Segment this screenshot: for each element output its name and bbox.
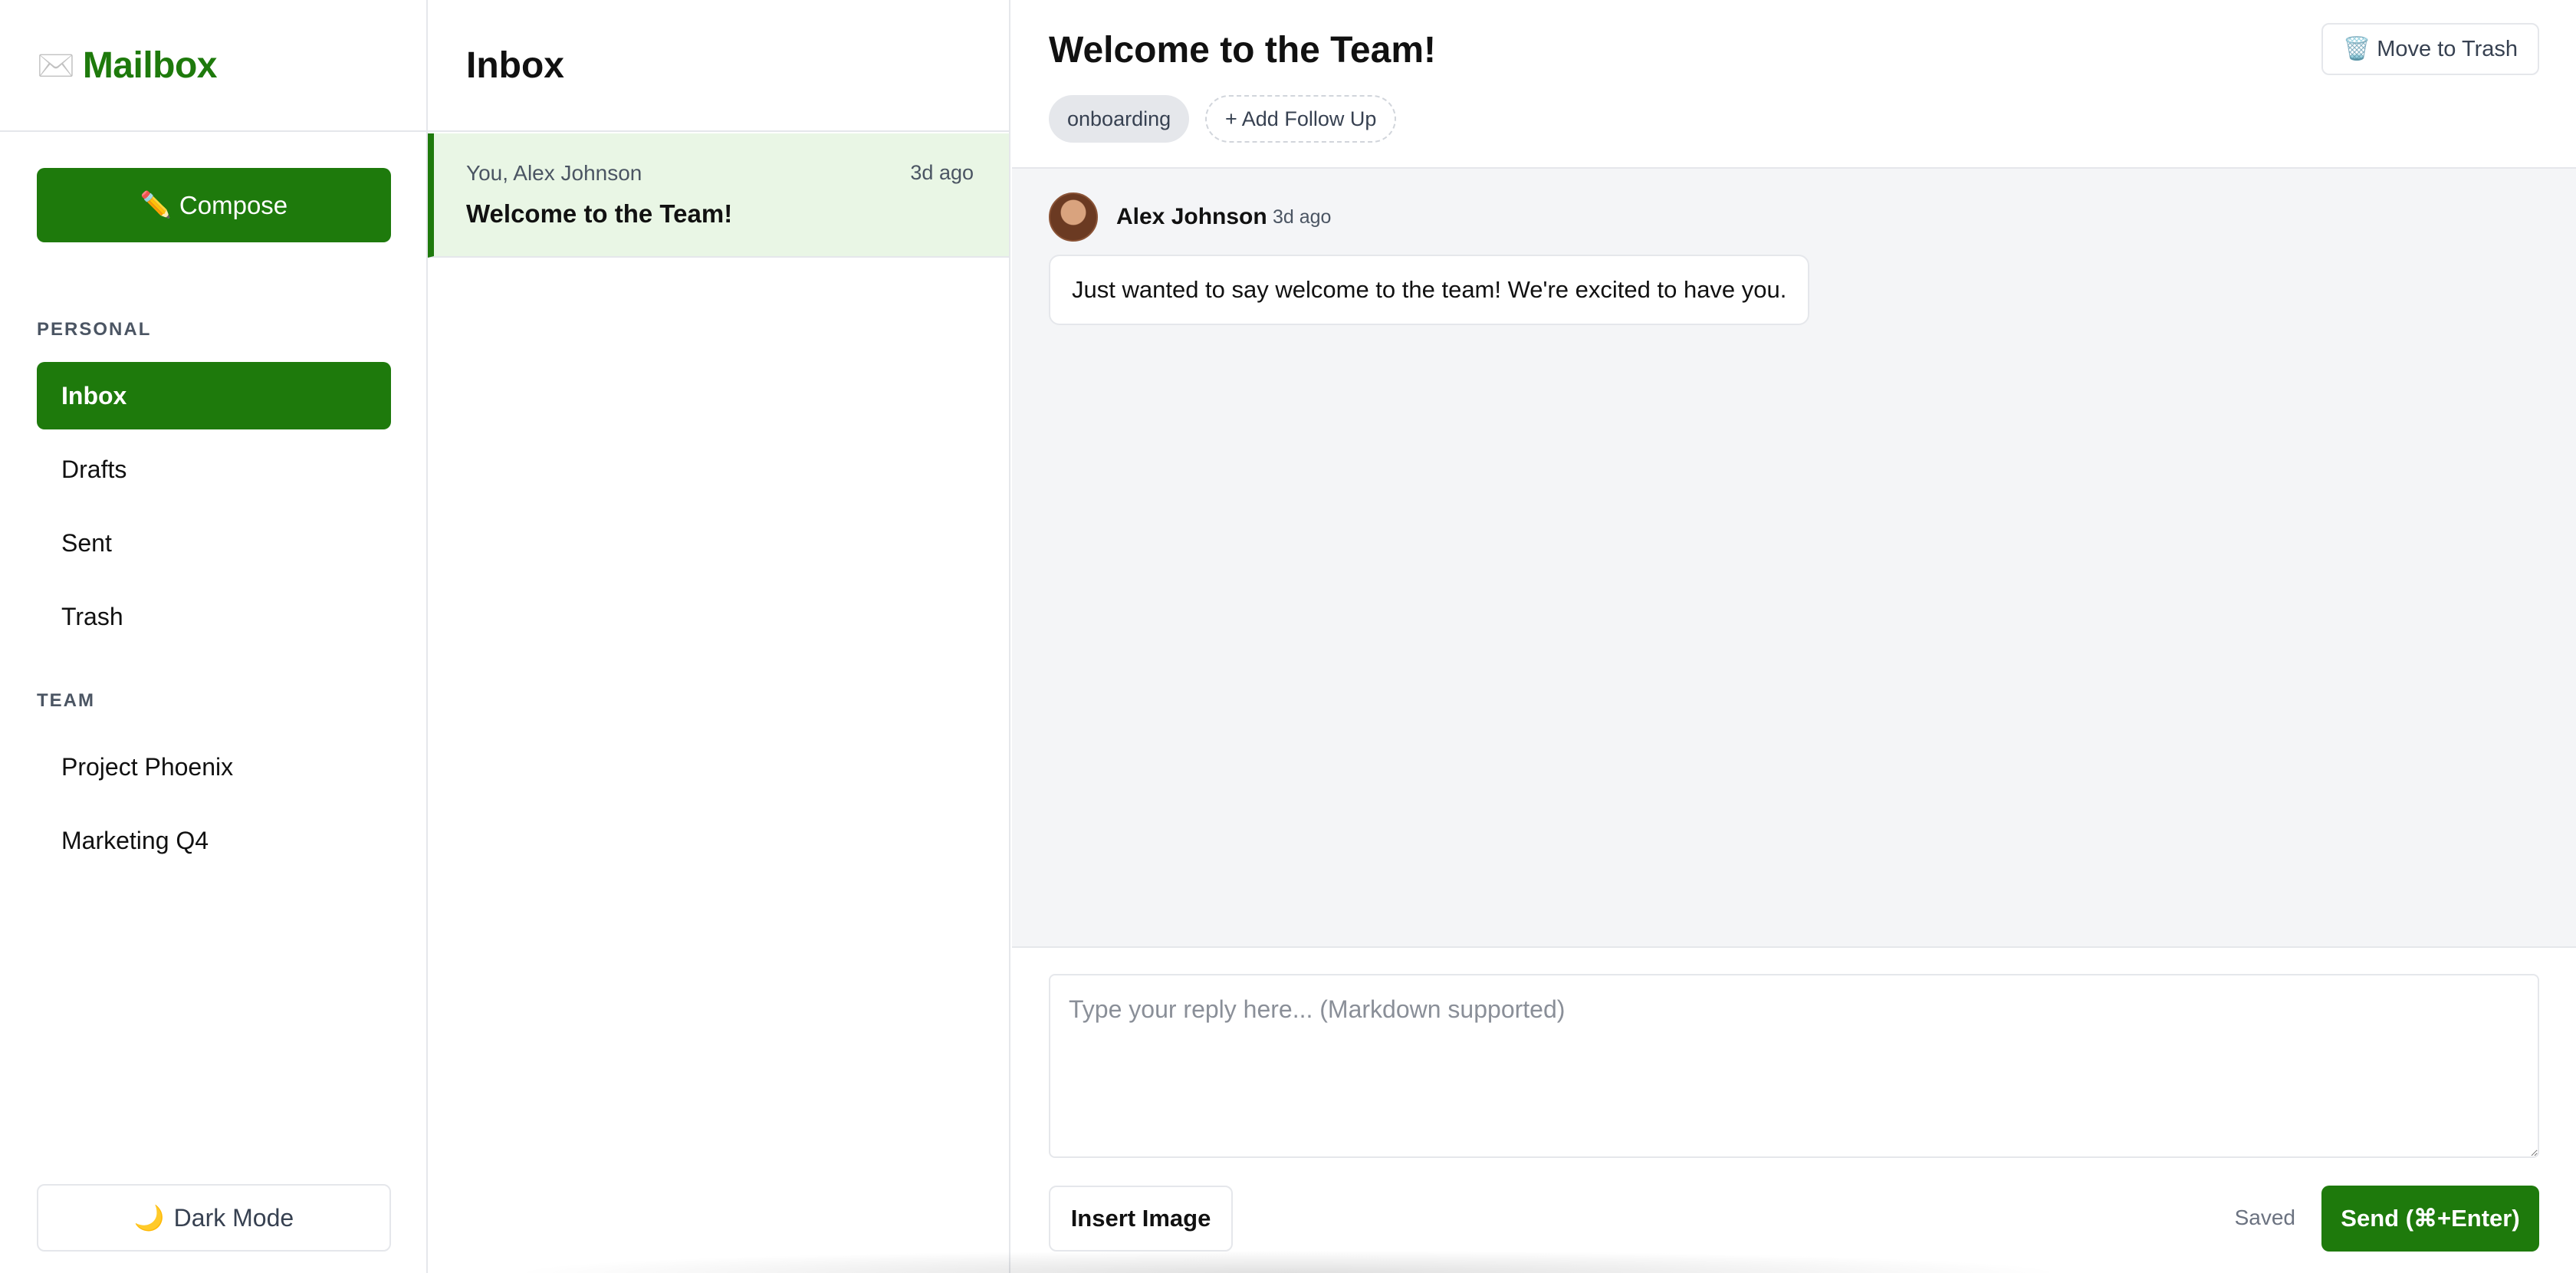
move-to-trash-button[interactable]: 🗑️ Move to Trash	[2321, 23, 2539, 75]
dark-mode-button[interactable]: 🌙 Dark Mode	[37, 1184, 391, 1252]
sidebar-item-drafts[interactable]: Drafts	[37, 436, 391, 503]
sidebar: ✉️ Mailbox ✏️ Compose PERSONAL Inbox Dra…	[0, 0, 428, 1273]
message-time: 3d ago	[1273, 206, 1332, 228]
trash-icon: 🗑️	[2343, 37, 2371, 61]
sidebar-item-label: Drafts	[61, 455, 127, 483]
sidebar-item-label: Trash	[61, 602, 123, 630]
envelope-icon: ✉️	[37, 48, 75, 83]
sidebar-item-label: Sent	[61, 528, 112, 557]
move-to-trash-label: Move to Trash	[2377, 36, 2518, 61]
message-detail: Welcome to the Team! 🗑️ Move to Trash on…	[1012, 0, 2576, 1273]
message-bubble: Just wanted to say welcome to the team! …	[1049, 255, 1810, 325]
thread-subject: Welcome to the Team!	[466, 199, 733, 228]
list-header: Inbox	[428, 0, 1009, 132]
sidebar-item-label: Inbox	[61, 381, 127, 410]
message-body: Just wanted to say welcome to the team! …	[1072, 276, 1787, 303]
thread-row[interactable]: You, Alex Johnson 3d ago Welcome to the …	[428, 133, 1009, 258]
brand: ✉️ Mailbox	[0, 0, 426, 132]
sidebar-item-label: Project Phoenix	[61, 752, 234, 781]
sidebar-item-label: Marketing Q4	[61, 826, 209, 854]
reply-input[interactable]	[1049, 974, 2539, 1158]
sidebar-item-marketing-q4[interactable]: Marketing Q4	[37, 807, 391, 874]
compose-button[interactable]: ✏️ Compose	[37, 168, 391, 242]
save-status: Saved	[2234, 1206, 2295, 1229]
compose-label: Compose	[179, 190, 288, 219]
brand-name: Mailbox	[82, 44, 218, 86]
list-title: Inbox	[466, 44, 564, 86]
dark-mode-label: Dark Mode	[173, 1203, 294, 1232]
sidebar-item-inbox[interactable]: Inbox	[37, 362, 391, 429]
thread-time: 3d ago	[910, 161, 974, 184]
sidebar-item-project-phoenix[interactable]: Project Phoenix	[37, 733, 391, 801]
detail-title: Welcome to the Team!	[1049, 30, 1436, 71]
sidebar-item-sent[interactable]: Sent	[37, 509, 391, 577]
section-label-team: TEAM	[37, 690, 95, 711]
conversation: Alex Johnson 3d ago Just wanted to say w…	[1012, 169, 2576, 948]
detail-header: Welcome to the Team! 🗑️ Move to Trash on…	[1012, 0, 2576, 169]
tag-onboarding[interactable]: onboarding	[1049, 95, 1190, 143]
add-follow-up-button[interactable]: + Add Follow Up	[1205, 95, 1397, 143]
message-list: Inbox You, Alex Johnson 3d ago Welcome t…	[428, 0, 1010, 1273]
avatar	[1049, 192, 1098, 242]
sidebar-item-trash[interactable]: Trash	[37, 583, 391, 650]
section-label-personal: PERSONAL	[37, 319, 152, 340]
send-button[interactable]: Send (⌘+Enter)	[2321, 1186, 2539, 1252]
thread-participants: You, Alex Johnson	[466, 161, 642, 185]
insert-image-button[interactable]: Insert Image	[1049, 1186, 1233, 1252]
moon-icon: 🌙	[133, 1204, 165, 1232]
sender-name: Alex Johnson	[1116, 204, 1267, 229]
pencil-icon: ✏️	[140, 190, 172, 219]
